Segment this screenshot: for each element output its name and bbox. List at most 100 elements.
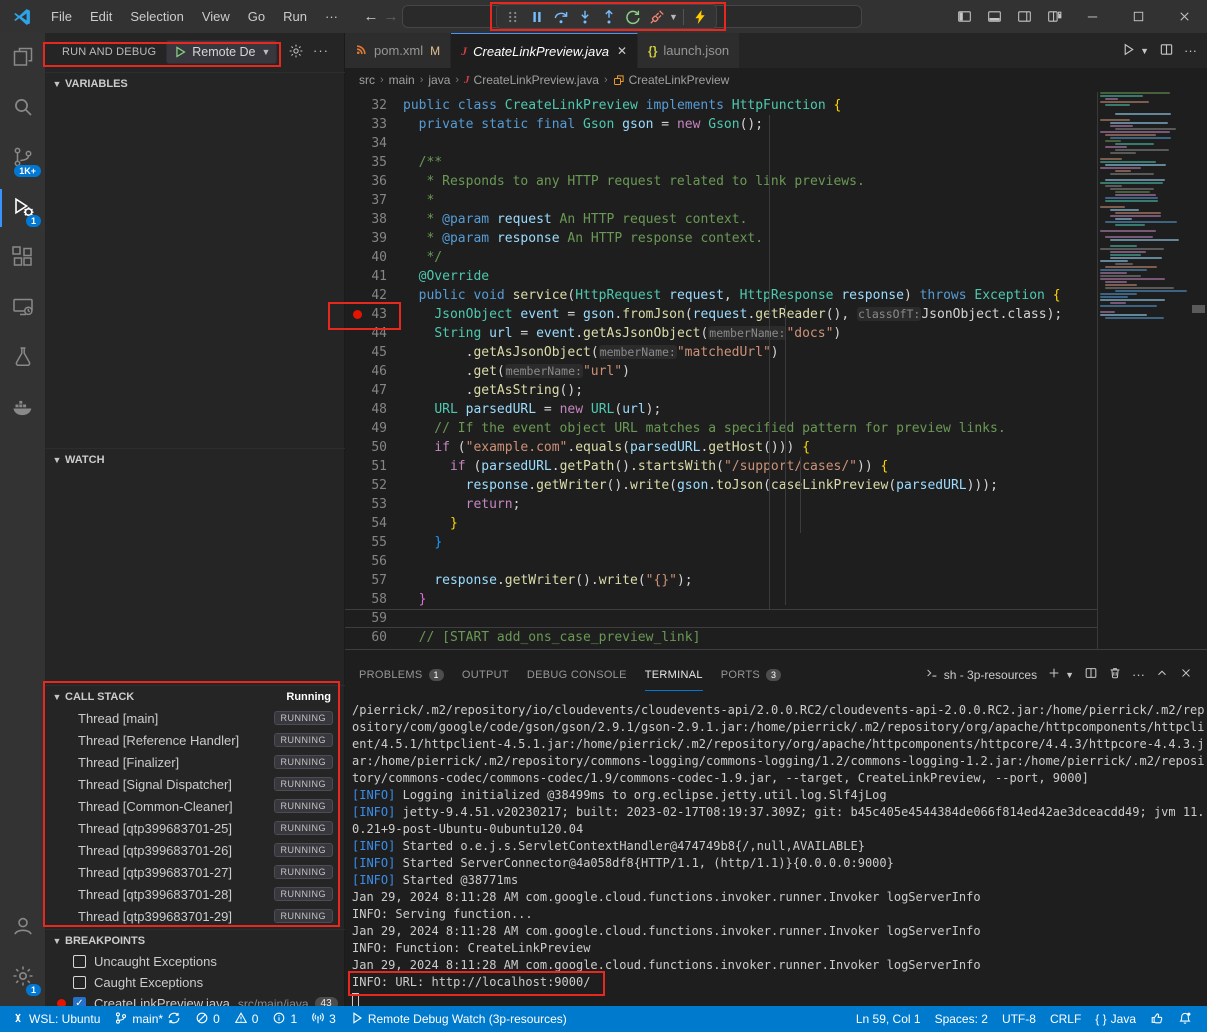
thread-row[interactable]: Thread [Common-Cleaner]RUNNING xyxy=(45,795,345,817)
status-branch[interactable]: main* xyxy=(107,1006,188,1032)
code-line[interactable]: 46 .get(memberName:"url") xyxy=(345,362,1097,381)
sync-icon[interactable] xyxy=(167,1011,181,1028)
code-editor[interactable]: 32public class CreateLinkPreview impleme… xyxy=(345,96,1097,647)
menu-edit[interactable]: Edit xyxy=(81,9,121,24)
line-number[interactable]: 54 xyxy=(345,514,403,533)
pause-button[interactable] xyxy=(525,6,549,28)
activity-item-explorer[interactable] xyxy=(0,33,45,83)
code-line[interactable]: 39 * @param response An HTTP response co… xyxy=(345,229,1097,248)
breakpoint-option-row[interactable]: Uncaught Exceptions xyxy=(45,951,345,972)
terminal-output[interactable]: /pierrick/.m2/repository/io/cloudevents/… xyxy=(352,702,1200,1007)
code-line[interactable]: 42 public void service(HttpRequest reque… xyxy=(345,286,1097,305)
line-number[interactable]: 42 xyxy=(345,286,403,305)
scrollbar-decoration[interactable] xyxy=(1192,305,1205,313)
line-number[interactable]: 60 xyxy=(345,628,403,647)
line-number[interactable]: 53 xyxy=(345,495,403,514)
code-line[interactable]: 45 .getAsJsonObject(memberName:"matchedU… xyxy=(345,343,1097,362)
customize-layout-icon[interactable] xyxy=(1039,0,1069,33)
line-number[interactable]: 43 xyxy=(345,305,403,324)
maximize-panel-icon[interactable] xyxy=(1155,666,1169,683)
toggle-sidebar-icon[interactable] xyxy=(949,0,979,33)
code-line[interactable]: 40 */ xyxy=(345,248,1097,267)
breakpoint-option-row[interactable]: Caught Exceptions xyxy=(45,972,345,993)
minimize-icon[interactable] xyxy=(1069,0,1115,33)
status-ports[interactable]: 3 xyxy=(304,1006,343,1032)
tab-createlinkpreview-java[interactable]: JCreateLinkPreview.java✕ xyxy=(451,33,638,68)
thread-row[interactable]: Thread [qtp399683701-25]RUNNING xyxy=(45,817,345,839)
code-line[interactable]: 47 .getAsString(); xyxy=(345,381,1097,400)
notifications-bell-item[interactable] xyxy=(1171,1006,1199,1032)
activity-item-account[interactable] xyxy=(0,902,45,952)
code-line[interactable]: 43 JsonObject event = gson.fromJson(requ… xyxy=(345,305,1097,324)
line-number[interactable]: 45 xyxy=(345,343,403,362)
thread-row[interactable]: Thread [qtp399683701-26]RUNNING xyxy=(45,839,345,861)
menu-selection[interactable]: Selection xyxy=(121,9,192,24)
call-stack-section-header[interactable]: ▼ CALL STACK Running xyxy=(45,685,345,707)
code-line[interactable]: 33 private static final Gson gson = new … xyxy=(345,115,1097,134)
breadcrumb-item[interactable]: CreateLinkPreview xyxy=(629,73,730,87)
toggle-panel-icon[interactable] xyxy=(979,0,1009,33)
activity-item-search[interactable] xyxy=(0,83,45,133)
thread-row[interactable]: Thread [Finalizer]RUNNING xyxy=(45,751,345,773)
watch-section-header[interactable]: ▼ WATCH xyxy=(45,448,345,470)
step-into-button[interactable] xyxy=(573,6,597,28)
breadcrumb-item[interactable]: main xyxy=(389,73,415,87)
breadcrumb-item[interactable]: java xyxy=(428,73,450,87)
step-over-button[interactable] xyxy=(549,6,573,28)
code-line[interactable]: 55 } xyxy=(345,533,1097,552)
sidebar-more-actions-icon[interactable]: ··· xyxy=(313,43,329,58)
code-line[interactable]: 50 if ("example.com".equals(parsedURL.ge… xyxy=(345,438,1097,457)
breadcrumb[interactable]: src›main›java›JCreateLinkPreview.java›Cr… xyxy=(345,68,1207,92)
nav-back-icon[interactable]: ← xyxy=(361,8,381,25)
code-line[interactable]: 56 xyxy=(345,552,1097,571)
line-number[interactable]: 39 xyxy=(345,229,403,248)
tab-pom-xml[interactable]: pom.xmlM xyxy=(345,33,451,68)
step-out-button[interactable] xyxy=(597,6,621,28)
status-language[interactable]: { }Java xyxy=(1088,1006,1143,1032)
activity-item-run-and-debug[interactable]: 1 xyxy=(0,183,45,233)
thread-row[interactable]: Thread [main]RUNNING xyxy=(45,707,345,729)
menu-overflow[interactable]: ··· xyxy=(316,9,347,24)
line-number[interactable]: 51 xyxy=(345,457,403,476)
line-number[interactable]: 55 xyxy=(345,533,403,552)
run-java-icon[interactable] xyxy=(1121,42,1136,60)
editor-more-actions-icon[interactable]: ··· xyxy=(1184,43,1197,58)
chevron-down-icon[interactable]: ▼ xyxy=(669,12,679,22)
line-number[interactable]: 59 xyxy=(345,609,403,628)
thread-row[interactable]: Thread [qtp399683701-29]RUNNING xyxy=(45,905,345,927)
thread-row[interactable]: Thread [qtp399683701-28]RUNNING xyxy=(45,883,345,905)
thread-row[interactable]: Thread [Signal Dispatcher]RUNNING xyxy=(45,773,345,795)
panel-tab-problems[interactable]: PROBLEMS1 xyxy=(359,658,444,691)
panel-tab-ports[interactable]: PORTS3 xyxy=(721,658,782,691)
line-number[interactable]: 44 xyxy=(345,324,403,343)
nav-forward-icon[interactable]: → xyxy=(381,8,401,25)
activity-item-extensions[interactable] xyxy=(0,233,45,283)
code-line[interactable]: 60 // [START add_ons_case_preview_link] xyxy=(345,628,1097,647)
checkbox[interactable] xyxy=(73,955,86,968)
thread-row[interactable]: Thread [Reference Handler]RUNNING xyxy=(45,729,345,751)
status-cursor-position[interactable]: Ln 59, Col 1 xyxy=(849,1006,928,1032)
line-number[interactable]: 33 xyxy=(345,115,403,134)
new-terminal-icon[interactable] xyxy=(1047,666,1061,683)
code-line[interactable]: 41 @Override xyxy=(345,267,1097,286)
maximize-icon[interactable] xyxy=(1115,0,1161,33)
status-debug-session[interactable]: Remote Debug Watch (3p-resources) xyxy=(343,1006,574,1032)
breakpoint-dot-icon[interactable] xyxy=(353,310,362,319)
restart-button[interactable] xyxy=(621,6,645,28)
activity-item-testing[interactable] xyxy=(0,333,45,383)
line-number[interactable]: 47 xyxy=(345,381,403,400)
thread-row[interactable]: Thread [qtp399683701-27]RUNNING xyxy=(45,861,345,883)
line-number[interactable]: 41 xyxy=(345,267,403,286)
status-encoding[interactable]: UTF-8 xyxy=(995,1006,1043,1032)
line-number[interactable]: 35 xyxy=(345,153,403,172)
code-line[interactable]: 48 URL parsedURL = new URL(url); xyxy=(345,400,1097,419)
variables-section-header[interactable]: ▼ VARIABLES xyxy=(45,72,345,94)
line-number[interactable]: 48 xyxy=(345,400,403,419)
breakpoints-section-header[interactable]: ▼ BREAKPOINTS xyxy=(45,929,345,951)
activity-item-docker[interactable] xyxy=(0,383,45,433)
line-number[interactable]: 57 xyxy=(345,571,403,590)
panel-more-actions-icon[interactable]: ··· xyxy=(1132,667,1145,682)
code-line[interactable]: 53 return; xyxy=(345,495,1097,514)
panel-tab-debug-console[interactable]: DEBUG CONSOLE xyxy=(527,658,627,691)
code-line[interactable]: 57 response.getWriter().write("{}"); xyxy=(345,571,1097,590)
